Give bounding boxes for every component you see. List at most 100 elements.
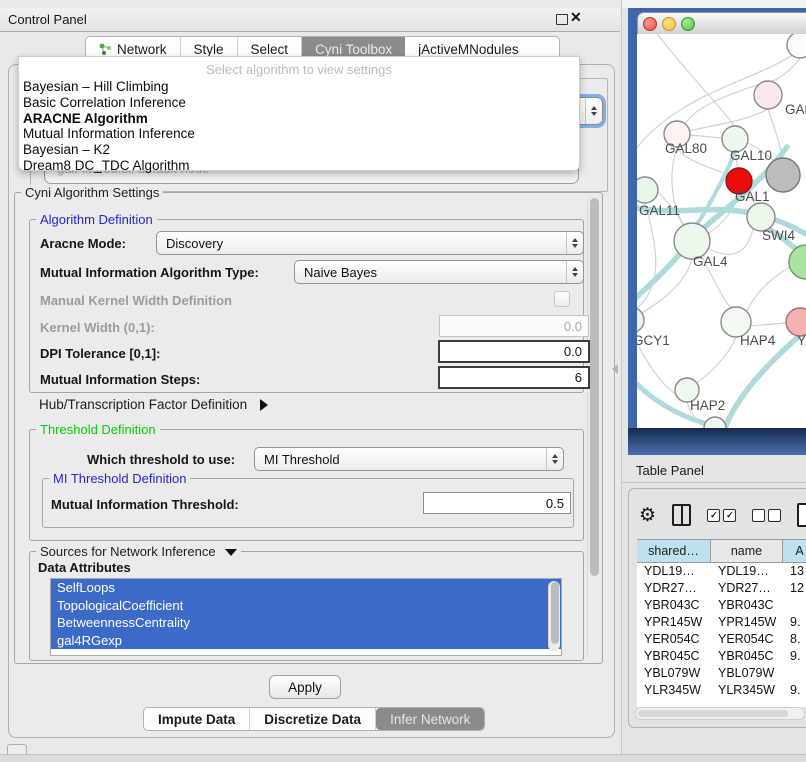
mi-threshold-title: MI Threshold Definition — [49, 471, 190, 486]
attribute-list-scrollbar[interactable] — [548, 581, 560, 651]
node-label: HAP2 — [690, 398, 725, 413]
zoom-traffic-icon[interactable] — [681, 17, 695, 31]
node-partial-top[interactable] — [787, 34, 806, 58]
node-label: GAL — [785, 102, 806, 117]
node-gcy1[interactable] — [637, 307, 644, 333]
settings-scrollbar[interactable] — [587, 196, 600, 658]
panel-divider-handle[interactable] — [612, 364, 618, 374]
table-rows: YDL19… YDL19… 13 YDR27… YDR27… 12 YBR043… — [637, 562, 806, 695]
deselect-all-icon[interactable] — [752, 509, 781, 522]
dropdown-items: Bayesian – Hill Climbing Basic Correlati… — [23, 79, 575, 174]
cell: YDR27… — [637, 581, 711, 595]
dpi-tolerance-field[interactable]: 0.0 — [438, 340, 590, 363]
dropdown-item[interactable]: Bayesian – Hill Climbing — [23, 79, 575, 95]
tab-jactivemnodules-label: jActiveMNodules — [418, 42, 519, 57]
hub-definition-expander[interactable]: Hub/Transcription Factor Definition — [39, 396, 268, 414]
cell: YLR345W — [711, 683, 783, 696]
cell: YER054C — [637, 632, 711, 646]
network-graph[interactable]: GAL GAL80 GAL10 GAL1 GAL11 SWI4 GAL4 GCY… — [637, 34, 806, 428]
cyni-algorithm-settings-group: Cyni Algorithm Settings Algorithm Defini… — [14, 192, 603, 664]
minimize-traffic-icon[interactable] — [662, 17, 676, 31]
table-row[interactable]: YDL19… YDL19… 13 — [637, 562, 806, 579]
table-horizontal-scrollbar-thumb[interactable] — [638, 710, 788, 717]
stepper-icon — [566, 232, 583, 254]
select-all-icon[interactable]: ✓✓ — [707, 509, 736, 522]
dropdown-item[interactable]: Mutual Information Inference — [23, 126, 575, 142]
network-window-titlebar[interactable] — [637, 12, 806, 36]
cell: YBL079W — [711, 666, 783, 680]
node-label: SWI4 — [762, 228, 795, 243]
dpi-tolerance-label: DPI Tolerance [0,1]: — [40, 346, 160, 361]
bottom-strip — [0, 754, 806, 762]
node-green[interactable] — [789, 245, 806, 279]
close-icon[interactable]: ✕ — [570, 9, 582, 26]
column-header-name[interactable]: name — [711, 540, 783, 562]
node-gal11[interactable] — [637, 177, 658, 203]
kernel-width-field[interactable]: 0.0 — [439, 315, 589, 337]
attribute-item[interactable]: TopologicalCoefficient — [51, 597, 561, 615]
mi-steps-value: 6 — [575, 370, 582, 385]
kernel-width-label: Kernel Width (0,1): — [40, 320, 155, 335]
table-row[interactable]: YBR045C YBR045C 9. — [637, 647, 806, 664]
cell: YBR045C — [637, 649, 711, 663]
node-partial-bottom[interactable] — [704, 417, 726, 428]
columns-icon[interactable] — [672, 504, 691, 526]
cell: YLR345W — [637, 683, 711, 696]
table-row[interactable]: YBL079W YBL079W — [637, 664, 806, 681]
tab-discretize-data[interactable]: Discretize Data — [250, 708, 376, 730]
algorithm-definition-group: Algorithm Definition Aracne Mode: Discov… — [29, 219, 584, 393]
apply-button-label: Apply — [288, 680, 322, 695]
column-header-shared[interactable]: shared… — [637, 540, 711, 562]
attribute-item[interactable]: BetweennessCentrality — [51, 614, 561, 632]
cell: 9. — [783, 649, 806, 663]
node-gray[interactable] — [766, 158, 800, 192]
attribute-item[interactable]: SelfLoops — [51, 579, 561, 597]
collapse-arrow-icon[interactable] — [225, 549, 237, 556]
table-horizontal-scrollbar[interactable] — [635, 707, 805, 720]
hub-definition-label: Hub/Transcription Factor Definition — [39, 397, 247, 412]
table-row[interactable]: YDR27… YDR27… 12 — [637, 579, 806, 596]
cell: YDR27… — [711, 581, 783, 595]
settings-scrollbar-thumb[interactable] — [590, 198, 599, 576]
mi-steps-field[interactable]: 6 — [438, 366, 590, 389]
mi-type-combobox[interactable]: Naive Bayes — [294, 260, 584, 284]
tab-impute-data[interactable]: Impute Data — [144, 708, 250, 730]
dropdown-item[interactable]: Basic Correlation Inference — [23, 95, 575, 111]
cell: YBR045C — [711, 649, 783, 663]
tab-select-label: Select — [251, 42, 289, 57]
table-row[interactable]: YLR345W YLR345W 9. — [637, 681, 806, 695]
close-traffic-icon[interactable] — [643, 17, 657, 31]
tab-infer-network[interactable]: Infer Network — [376, 708, 484, 730]
node-swi4[interactable] — [747, 203, 775, 231]
table-row[interactable]: YBR043C YBR043C — [637, 596, 806, 613]
attribute-item[interactable]: gal4RGexp — [51, 632, 561, 650]
manual-kernel-checkbox[interactable] — [554, 291, 570, 307]
tab-discretize-data-label: Discretize Data — [264, 712, 361, 727]
dropdown-item[interactable]: Dream8 DC_TDC Algorithm — [23, 158, 575, 174]
float-panel-icon[interactable] — [556, 14, 568, 25]
table-row[interactable]: YER054C YER054C 8. — [637, 630, 806, 647]
mi-threshold-field[interactable]: 0.5 — [423, 492, 571, 514]
which-threshold-combobox[interactable]: MI Threshold — [254, 447, 564, 471]
dropdown-item[interactable]: Bayesian – K2 — [23, 142, 575, 158]
table-toolbar: ⚙ ✓✓ — [639, 499, 806, 531]
node-label: GAL11 — [639, 203, 680, 218]
apply-button[interactable]: Apply — [269, 675, 341, 699]
attribute-list-scrollbar-thumb[interactable] — [551, 582, 559, 644]
new-table-icon[interactable] — [797, 503, 806, 527]
which-threshold-value: MI Threshold — [255, 452, 546, 467]
table-row[interactable]: YPR145W YPR145W 9. — [637, 613, 806, 630]
kernel-width-value: 0.0 — [564, 319, 582, 334]
node-gal-partial[interactable] — [754, 81, 782, 109]
node-y-partial[interactable] — [786, 308, 806, 336]
desktop-gradient — [628, 428, 806, 455]
node-label: HAP4 — [740, 333, 776, 348]
dropdown-item-selected[interactable]: ARACNE Algorithm — [23, 111, 575, 127]
gear-icon[interactable]: ⚙ — [639, 506, 656, 525]
column-header-partial[interactable]: A — [783, 540, 806, 562]
aracne-mode-combobox[interactable]: Discovery — [156, 231, 584, 255]
control-panel-titlebar: Control Panel — [0, 8, 620, 32]
cell: 9. — [783, 615, 806, 629]
cell: YBR043C — [637, 598, 711, 612]
cell: YDL19… — [637, 564, 711, 578]
